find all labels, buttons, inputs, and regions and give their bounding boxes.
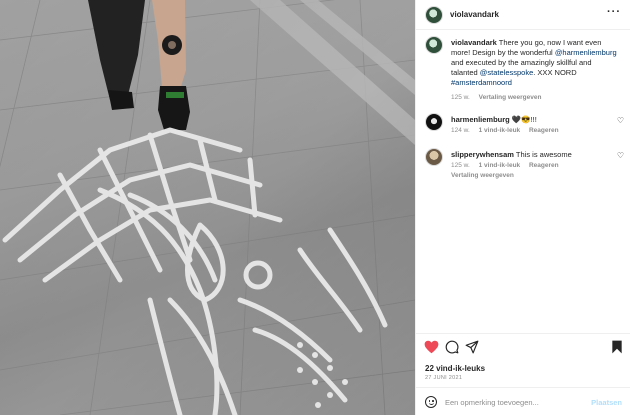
author-username[interactable]: violavandark (450, 10, 499, 19)
caption-avatar[interactable] (425, 36, 443, 54)
bookmark-icon[interactable] (611, 340, 623, 356)
comment-age[interactable]: 124 w. (451, 127, 470, 134)
comment-translate-row: Vertaling weergeven (451, 172, 521, 179)
street-art-photo (0, 0, 415, 415)
comment-likes[interactable]: 1 vind-ik-leuk (479, 162, 521, 169)
comment-avatar[interactable] (425, 113, 443, 131)
caption-username[interactable]: violavandark (451, 38, 497, 47)
emoji-icon[interactable] (425, 396, 437, 408)
comment-heart-icon[interactable]: ♡ (617, 116, 624, 125)
caption-translate[interactable]: Vertaling weergeven (479, 94, 542, 101)
caption-mention-1[interactable]: @harmenliemburg (555, 48, 617, 57)
post-header: violavandark ··· (416, 0, 630, 30)
post-actions: 22 vind-ik-leuks 27 JUNI 2021 Plaatsen (416, 333, 630, 415)
comment-content: 🖤😎!!! (509, 115, 537, 124)
comment-meta: 124 w. 1 vind-ik-leuk Reageren (451, 127, 566, 134)
post-date[interactable]: 27 JUNI 2021 (425, 375, 462, 381)
caption-meta: 125 w. Vertaling weergeven (451, 94, 548, 101)
comment-translate[interactable]: Vertaling weergeven (451, 172, 514, 179)
comment-content: This is awesome (513, 150, 572, 159)
post-comment-button[interactable]: Plaatsen (591, 398, 622, 407)
comment-age[interactable]: 125 w. (451, 162, 470, 169)
caption-hashtag[interactable]: #amsterdamnoord (451, 78, 512, 87)
like-heart-icon[interactable] (424, 340, 439, 356)
add-comment-input[interactable] (445, 395, 585, 409)
author-avatar[interactable] (425, 6, 443, 24)
caption-age[interactable]: 125 w. (451, 94, 470, 101)
comment-reply[interactable]: Reageren (529, 162, 559, 169)
post-photo[interactable] (0, 0, 415, 415)
post-dialog: violavandark ··· violavandark There you … (0, 0, 630, 415)
comment-meta: 125 w. 1 vind-ik-leuk Reageren (451, 162, 566, 169)
comment-text: harmenliemburg 🖤😎!!! (451, 115, 619, 125)
comment-heart-icon[interactable]: ♡ (617, 151, 624, 160)
comment-reply[interactable]: Reageren (529, 127, 559, 134)
caption-text: violavandark There you go, now I want ev… (451, 38, 619, 88)
add-comment-bar: Plaatsen (416, 387, 630, 415)
caption-mention-2[interactable]: @statelesspoke (480, 68, 533, 77)
share-send-icon[interactable] (465, 340, 479, 356)
comment-username[interactable]: harmenliemburg (451, 115, 510, 124)
comment-bubble-icon[interactable] (445, 340, 459, 356)
caption-text-3: . XXX NORD (533, 68, 577, 77)
comment-likes[interactable]: 1 vind-ik-leuk (479, 127, 521, 134)
post-side-panel: violavandark ··· violavandark There you … (415, 0, 630, 415)
more-horizontal-icon[interactable]: ··· (607, 6, 621, 18)
comment-avatar[interactable] (425, 148, 443, 166)
like-count[interactable]: 22 vind-ik-leuks (425, 364, 485, 373)
comment-username[interactable]: slipperywhensam (451, 150, 514, 159)
comment-text: slipperywhensam This is awesome (451, 150, 619, 160)
